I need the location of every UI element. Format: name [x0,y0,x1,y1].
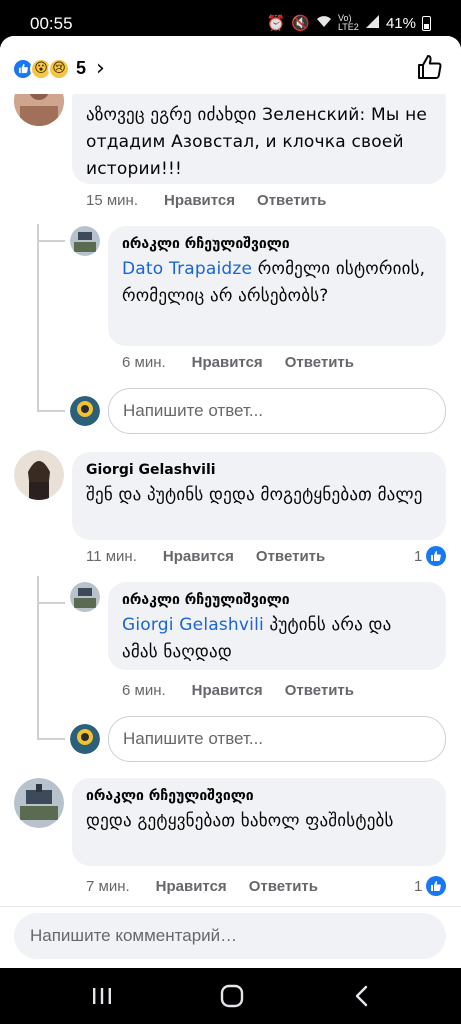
reactions-header: 😮 😢 5 › [0,36,461,94]
comment-author[interactable]: Giorgi Gelashvili [86,462,432,478]
reply-input[interactable]: Напишите ответ... [108,388,446,434]
reply-button[interactable]: Ответить [249,878,318,895]
mention-link[interactable]: Dato Trapaidze [122,259,252,279]
like-count[interactable]: 1 [414,876,447,896]
mute-icon: 🔇 [291,15,310,32]
thread-line [37,576,39,738]
thread-line [37,738,65,740]
like-icon [426,876,447,896]
comment-input[interactable]: Напишите комментарий… [14,913,446,959]
comment-actions: 6 мин. Нравится Ответить [122,354,376,371]
comment-author[interactable]: ირაკლი რჩეულიშვილი [122,236,432,252]
reply-button[interactable]: Ответить [256,548,325,565]
like-button[interactable]: Нравится [164,192,235,209]
my-avatar [70,396,100,426]
reply-button[interactable]: Ответить [285,354,354,371]
battery-level: 41% [385,14,416,32]
like-count[interactable]: 1 [414,546,447,566]
comment-author[interactable]: ირაკლი რჩეულიშვილი [86,788,432,804]
comment-text: აზოვეც ეგრე იძახდი Зеленский: Мы не отда… [86,105,428,179]
comment-time: 11 мин. [86,548,137,565]
comment-composer: Напишите комментарий… [0,906,461,968]
like-button[interactable]: Нравится [163,548,234,565]
battery-icon [422,15,431,31]
status-icons: ⏰ 🔇 Vo) LTE2 41% [267,14,431,32]
chevron-right-icon[interactable]: › [96,56,105,81]
reply-button[interactable]: Ответить [285,682,354,699]
signal-icon [365,14,380,32]
comments-sheet: აზოვეც ეგრე იძახდი Зеленский: Мы не отда… [0,36,461,968]
home-icon [220,984,244,1008]
system-nav-bar [0,968,461,1024]
recent-apps-icon [93,988,111,1004]
comment-bubble[interactable]: აზოვეც ეგრე იძახდი Зеленский: Мы не отда… [72,82,446,184]
comment-bubble[interactable]: ირაკლი რჩეულიშვილი დედა გეტყვნებათ ხახოლ… [72,778,446,866]
comment-time: 6 мин. [122,354,166,371]
comment-text: შენ და პუტინს დედა მოგეტყნებათ მალე [86,485,423,505]
mention-link[interactable]: Giorgi Gelashvili [122,615,264,635]
reactions-summary[interactable]: 😮 😢 5 › [12,56,105,81]
comment-author[interactable]: ირაკლი რჩეულიშვილი [122,592,432,608]
my-avatar [70,724,100,754]
comment-text: Giorgi Gelashvili პუტინს არა და ამას ნაღ… [122,612,432,666]
thumbs-up-icon [418,55,442,79]
like-post-button[interactable] [417,54,443,80]
like-button[interactable]: Нравится [192,354,263,371]
comment-time: 6 мин. [122,682,166,699]
thread-line [37,410,65,412]
reply-input[interactable]: Напишите ответ... [108,716,446,762]
reply-bubble[interactable]: ირაკლი რჩეულიშვილი Giorgi Gelashvili პუტ… [108,582,446,670]
like-count-value: 1 [414,547,423,565]
comment-text: Dato Trapaidze რომელი ისტორიის, რომელიც … [122,256,432,310]
back-icon [355,985,368,1007]
avatar[interactable] [14,778,64,828]
avatar[interactable] [70,582,100,612]
comment-time: 15 мин. [86,192,138,209]
wifi-icon [316,15,332,32]
network-label: Vo) LTE2 [337,13,359,32]
recent-apps-button[interactable] [82,980,122,1012]
comment-bubble[interactable]: Giorgi Gelashvili შენ და პუტინს დედა მოგ… [72,452,446,540]
avatar[interactable] [70,226,100,256]
thread-line [37,602,65,604]
like-count-value: 1 [414,877,423,895]
like-icon [426,546,447,566]
avatar[interactable] [14,450,64,500]
sad-reaction-icon: 😢 [48,57,70,80]
back-button[interactable] [342,980,382,1012]
comment-time: 7 мин. [86,878,130,895]
like-button[interactable]: Нравится [156,878,227,895]
comment-actions: 11 мин. Нравится Ответить [86,548,347,565]
home-button[interactable] [212,980,252,1012]
reply-button[interactable]: Ответить [257,192,326,209]
alarm-icon: ⏰ [266,15,286,32]
comment-text: დედა გეტყვნებათ ხახოლ ფაშისტებს [86,811,394,831]
like-button[interactable]: Нравится [192,682,263,699]
reply-bubble[interactable]: ირაკლი რჩეულიშვილი Dato Trapaidze რომელი… [108,226,446,346]
status-time: 00:55 [30,14,73,33]
thread-line [37,240,65,242]
thread-line [37,224,39,410]
comment-actions: 7 мин. Нравится Ответить [86,878,340,895]
comment-actions: 15 мин. Нравится Ответить [86,192,348,209]
comment-actions: 6 мин. Нравится Ответить [122,682,376,699]
reaction-count: 5 [76,58,87,78]
